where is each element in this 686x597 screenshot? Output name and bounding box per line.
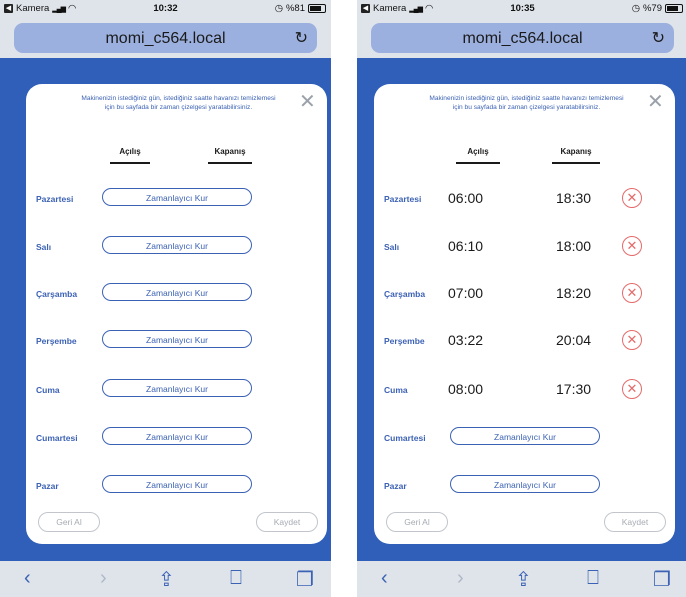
set-timer-button[interactable]: Zamanlayıcı Kur [102, 236, 252, 254]
save-button[interactable]: Kaydet [604, 512, 666, 532]
schedule-card: Makinenizin istediğiniz gün, istediğiniz… [374, 84, 675, 544]
browser-header: momi_c564.local ↻ [357, 18, 686, 58]
address-bar[interactable]: momi_c564.local ↻ [371, 23, 674, 53]
day-row: Perşembe Zamanlayıcı Kur [26, 330, 327, 352]
close-icon[interactable]: ✕ [299, 92, 316, 112]
reload-icon[interactable]: ↻ [295, 28, 308, 48]
undo-button[interactable]: Geri Al [386, 512, 448, 532]
day-label: Cuma [384, 385, 408, 395]
battery-icon [665, 4, 683, 13]
set-timer-button[interactable]: Zamanlayıcı Kur [102, 283, 252, 301]
chevron-right-icon[interactable]: › [100, 567, 107, 590]
day-label: Cuma [36, 385, 60, 395]
browser-toolbar: ‹ › ⇪ ⎕ ❐ [0, 561, 331, 597]
reload-icon[interactable]: ↻ [652, 28, 665, 48]
alarm-icon: ◷ [631, 3, 640, 14]
chevron-left-icon[interactable]: ‹ [24, 567, 31, 590]
undo-button[interactable]: Geri Al [38, 512, 100, 532]
day-label: Pazar [384, 481, 407, 491]
browser-toolbar: ‹ › ⇪ ⎕ ❐ [357, 561, 686, 597]
phone-screen-left: ◀ Kamera ▂▄▆ ◠ 10:32 ◷ %81 momi_c564.loc… [0, 0, 331, 597]
day-row: Pazartesi Zamanlayıcı Kur [26, 188, 327, 210]
delete-circle-icon[interactable]: ✕ [622, 283, 642, 303]
open-time[interactable]: 08:00 [448, 381, 483, 397]
set-timer-button[interactable]: Zamanlayıcı Kur [102, 188, 252, 206]
set-timer-button[interactable]: Zamanlayıcı Kur [450, 475, 600, 493]
day-row: Salı Zamanlayıcı Kur [26, 236, 327, 258]
day-row: Cumartesi Zamanlayıcı Kur [26, 427, 327, 449]
set-timer-button[interactable]: Zamanlayıcı Kur [102, 330, 252, 348]
open-time[interactable]: 06:00 [448, 190, 483, 206]
day-row: Cumartesi Zamanlayıcı Kur [374, 427, 675, 449]
day-row: Salı 06:10 18:00 ✕ [374, 236, 675, 258]
day-row: Pazartesi 06:00 18:30 ✕ [374, 188, 675, 210]
tabs-icon[interactable]: ❐ [653, 567, 671, 592]
day-row: Çarşamba Zamanlayıcı Kur [26, 283, 327, 305]
day-row: Cuma Zamanlayıcı Kur [26, 379, 327, 401]
url-text: momi_c564.local [105, 30, 226, 47]
chevron-left-icon[interactable]: ‹ [381, 567, 388, 590]
day-row: Pazar Zamanlayıcı Kur [26, 475, 327, 497]
status-bar: ◀ Kamera ▂▄▆ ◠ 10:32 ◷ %81 [0, 0, 331, 18]
save-button[interactable]: Kaydet [256, 512, 318, 532]
set-timer-button[interactable]: Zamanlayıcı Kur [102, 379, 252, 397]
phone-screen-right: ◀ Kamera ▂▄▆ ◠ 10:35 ◷ %79 momi_c564.loc… [357, 0, 686, 597]
schedule-card: Makinenizin istediğiniz gün, istediğiniz… [26, 84, 327, 544]
column-header-open: Açılış [456, 147, 500, 164]
tabs-icon[interactable]: ❐ [296, 567, 314, 592]
battery-label: %79 [642, 3, 662, 14]
delete-circle-icon[interactable]: ✕ [622, 236, 642, 256]
day-label: Cumartesi [384, 433, 426, 443]
open-time[interactable]: 07:00 [448, 285, 483, 301]
day-label: Perşembe [36, 336, 77, 346]
day-label: Pazartesi [36, 194, 74, 204]
delete-circle-icon[interactable]: ✕ [622, 188, 642, 208]
day-row: Perşembe 03:22 20:04 ✕ [374, 330, 675, 352]
close-time[interactable]: 18:00 [556, 238, 591, 254]
day-label: Pazartesi [384, 194, 422, 204]
day-row: Çarşamba 07:00 18:20 ✕ [374, 283, 675, 305]
address-bar[interactable]: momi_c564.local ↻ [14, 23, 317, 53]
delete-circle-icon[interactable]: ✕ [622, 330, 642, 350]
close-time[interactable]: 20:04 [556, 332, 591, 348]
chevron-right-icon[interactable]: › [457, 567, 464, 590]
book-icon[interactable]: ⎕ [587, 567, 599, 590]
day-label: Çarşamba [384, 289, 426, 299]
day-label: Çarşamba [36, 289, 78, 299]
share-icon[interactable]: ⇪ [158, 567, 175, 592]
set-timer-button[interactable]: Zamanlayıcı Kur [102, 427, 252, 445]
column-header-close: Kapanış [552, 147, 600, 164]
open-time[interactable]: 03:22 [448, 332, 483, 348]
battery-label: %81 [285, 3, 305, 14]
browser-header: momi_c564.local ↻ [0, 18, 331, 58]
intro-text: Makinenizin istediğiniz gün, istediğiniz… [81, 95, 276, 111]
day-row: Cuma 08:00 17:30 ✕ [374, 379, 675, 401]
set-timer-button[interactable]: Zamanlayıcı Kur [450, 427, 600, 445]
close-icon[interactable]: ✕ [647, 92, 664, 112]
battery-icon [308, 4, 326, 13]
share-icon[interactable]: ⇪ [515, 567, 532, 592]
day-label: Pazar [36, 481, 59, 491]
close-time[interactable]: 18:20 [556, 285, 591, 301]
delete-circle-icon[interactable]: ✕ [622, 379, 642, 399]
close-time[interactable]: 17:30 [556, 381, 591, 397]
column-header-open: Açılış [110, 147, 150, 164]
close-time[interactable]: 18:30 [556, 190, 591, 206]
column-header-close: Kapanış [208, 147, 252, 164]
book-icon[interactable]: ⎕ [230, 567, 242, 590]
intro-text: Makinenizin istediğiniz gün, istediğiniz… [429, 95, 624, 111]
day-label: Perşembe [384, 336, 425, 346]
day-label: Salı [36, 242, 52, 252]
url-text: momi_c564.local [462, 30, 583, 47]
alarm-icon: ◷ [274, 3, 283, 14]
day-row: Pazar Zamanlayıcı Kur [374, 475, 675, 497]
status-bar: ◀ Kamera ▂▄▆ ◠ 10:35 ◷ %79 [357, 0, 686, 18]
open-time[interactable]: 06:10 [448, 238, 483, 254]
day-label: Cumartesi [36, 433, 78, 443]
set-timer-button[interactable]: Zamanlayıcı Kur [102, 475, 252, 493]
day-label: Salı [384, 242, 400, 252]
